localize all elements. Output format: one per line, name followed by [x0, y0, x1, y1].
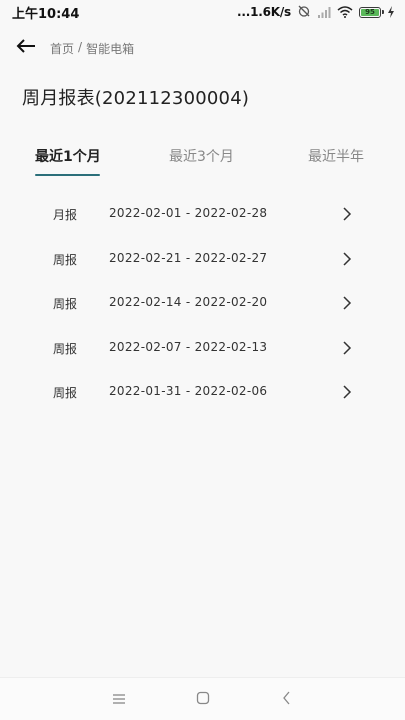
status-bar: 上午10:44 ...1.6K/s 95	[0, 0, 405, 24]
report-row[interactable]: 周报 2022-02-21 - 2022-02-27	[0, 237, 405, 282]
period-tabs: 最近1个月 最近3个月 最近半年	[0, 140, 405, 180]
report-row[interactable]: 周报 2022-01-31 - 2022-02-06	[0, 370, 405, 415]
report-type: 周报	[53, 297, 78, 311]
report-type: 周报	[53, 341, 78, 356]
tab-last-half-year[interactable]: 最近半年	[308, 146, 364, 166]
report-date-range: 2022-02-07 - 2022-02-13	[109, 339, 268, 354]
breadcrumb-current: 智能电箱	[86, 42, 135, 56]
tab-last-3-months[interactable]: 最近3个月	[169, 146, 234, 166]
report-type: 周报	[53, 386, 78, 400]
breadcrumb-separator: /	[78, 40, 83, 54]
arrow-left-icon	[16, 38, 36, 58]
report-row[interactable]: 月报 2022-02-01 - 2022-02-28	[0, 192, 405, 237]
breadcrumb: 首页 / 智能电箱	[50, 40, 134, 57]
report-date-range: 2022-02-14 - 2022-02-20	[109, 295, 268, 309]
battery-icon: 95	[359, 6, 384, 18]
tab-last-1-month[interactable]: 最近1个月	[35, 146, 101, 166]
menu-icon	[112, 690, 126, 709]
report-date-range: 2022-01-31 - 2022-02-06	[109, 384, 268, 398]
system-back-button[interactable]	[278, 690, 296, 708]
report-row[interactable]: 周报 2022-02-07 - 2022-02-13	[0, 326, 405, 371]
chevron-right-icon	[340, 206, 354, 222]
network-speed: ...1.6K/s	[237, 5, 291, 19]
home-square-icon	[196, 690, 210, 709]
report-date-range: 2022-02-21 - 2022-02-27	[109, 250, 268, 265]
system-navigation-bar	[0, 677, 405, 720]
charging-icon	[387, 3, 395, 22]
active-tab-indicator	[35, 174, 100, 176]
nav-header: 首页 / 智能电箱	[0, 34, 405, 62]
wifi-icon	[337, 3, 353, 22]
battery-level: 95	[361, 8, 379, 16]
chevron-right-icon	[340, 340, 354, 356]
alarm-off-icon	[297, 3, 311, 22]
menu-button[interactable]	[110, 690, 128, 708]
chevron-right-icon	[340, 251, 354, 267]
report-type: 周报	[53, 252, 78, 267]
chevron-right-icon	[340, 295, 354, 311]
breadcrumb-home[interactable]: 首页	[50, 40, 74, 57]
chevron-left-icon	[281, 690, 293, 709]
status-time: 上午10:44	[12, 7, 80, 22]
report-row[interactable]: 周报 2022-02-14 - 2022-02-20	[0, 281, 405, 326]
report-type: 月报	[53, 208, 78, 222]
chevron-right-icon	[340, 384, 354, 400]
report-list: 月报 2022-02-01 - 2022-02-28 周报 2022-02-21…	[0, 192, 405, 415]
report-date-range: 2022-02-01 - 2022-02-28	[109, 206, 268, 220]
signal-icon	[317, 3, 331, 22]
back-button[interactable]	[14, 36, 38, 60]
status-icons: ...1.6K/s 95	[237, 2, 395, 22]
home-button[interactable]	[194, 690, 212, 708]
page-title: 周月报表(202112300004)	[22, 88, 250, 109]
